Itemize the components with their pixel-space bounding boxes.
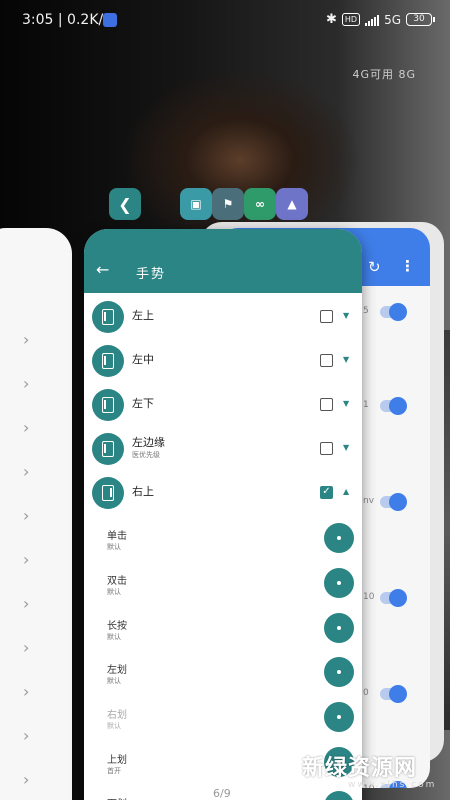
phone-edge-icon <box>92 433 124 465</box>
battery-icon: 30 <box>406 13 435 26</box>
chevron-right-icon: › <box>23 726 30 745</box>
memory-info: 4G可用 8G <box>352 68 416 81</box>
gesture-row-expanded[interactable]: 右上 ✓ ▲ <box>84 473 362 517</box>
action-label: 单击 <box>107 531 127 542</box>
phone-edge-icon <box>92 477 124 509</box>
gesture-label: 左上 <box>132 309 154 322</box>
action-row[interactable]: 单击 默认 <box>84 523 362 567</box>
action-row[interactable]: 长按 默认 <box>84 613 362 657</box>
action-sublabel: 默认 <box>107 722 121 730</box>
action-sublabel: 默认 <box>107 677 121 685</box>
app-icon-green[interactable]: ∞ <box>244 188 276 220</box>
toggle-switch <box>380 493 407 511</box>
back-card-text: 10 <box>363 592 375 602</box>
action-select-button[interactable] <box>324 702 354 732</box>
expand-caret-icon[interactable]: ▼ <box>343 311 349 320</box>
gesture-label: 左边缘 <box>132 436 165 449</box>
gesture-checkbox-checked[interactable]: ✓ <box>320 486 333 499</box>
gesture-row[interactable]: 左上 ▼ <box>84 297 362 341</box>
chevron-right-icon: › <box>23 682 30 701</box>
gesture-row[interactable]: 左下 ▼ <box>84 385 362 429</box>
collapse-caret-icon[interactable]: ▲ <box>343 487 349 496</box>
action-label: 左划 <box>107 665 127 676</box>
watermark-logo-icon <box>259 755 296 793</box>
action-row[interactable]: 右划 默认 <box>84 702 362 746</box>
gesture-checkbox[interactable] <box>320 354 333 367</box>
action-sublabel: 默认 <box>107 633 121 641</box>
chevron-right-icon: › <box>23 506 30 525</box>
action-sublabel: 默认 <box>107 588 121 596</box>
action-label: 长按 <box>107 621 127 632</box>
gesture-row[interactable]: 左边缘 医优先级 ▼ <box>84 429 362 473</box>
app-icon-gallery[interactable]: ▲ <box>276 188 308 220</box>
action-row[interactable]: 双击 默认 <box>84 568 362 612</box>
chevron-right-icon: › <box>23 770 30 789</box>
recent-card-gestures[interactable]: ← 手势 左上 ▼ 左中 ▼ 左下 ▼ 左边缘 医优先级 ▼ 右上 ✓ ▲ 单击… <box>84 229 362 800</box>
recent-card-left[interactable]: › › › › › › › › › › › <box>0 228 72 800</box>
back-card-text: 0 <box>363 688 369 698</box>
watermark-text: 新绿资源网 <box>302 756 418 781</box>
action-label: 双击 <box>107 576 127 587</box>
status-time: 3:05 | 0.2K/s <box>22 12 111 28</box>
hd-badge: HD <box>341 13 361 26</box>
action-select-button[interactable] <box>324 523 354 553</box>
gesture-sublabel: 医优先级 <box>132 451 160 459</box>
expand-caret-icon[interactable]: ▼ <box>343 443 349 452</box>
notification-app-icon <box>103 13 117 27</box>
app-icon-blue[interactable]: ▣ <box>180 188 212 220</box>
gesture-label: 左下 <box>132 397 154 410</box>
page-indicator: 6/9 <box>213 787 231 800</box>
gesture-checkbox[interactable] <box>320 398 333 411</box>
action-sublabel: 首开 <box>107 767 121 775</box>
signal-icon <box>365 14 380 26</box>
action-label: 下划 <box>107 795 127 800</box>
watermark-url: www.xlhs.com <box>348 780 437 790</box>
page-title: 手势 <box>136 267 167 282</box>
toggle-switch <box>380 685 407 703</box>
expand-caret-icon[interactable]: ▼ <box>343 399 349 408</box>
network-type: 5G <box>384 12 401 27</box>
status-indicators: ✱ HD 5G 30 <box>325 12 435 27</box>
phone-edge-icon <box>92 389 124 421</box>
toggle-switch <box>380 397 407 415</box>
back-card-text: 5 <box>363 306 369 316</box>
bluetooth-icon: ✱ <box>325 12 337 27</box>
gesture-label: 左中 <box>132 353 154 366</box>
app-icon-mask[interactable]: ⚑ <box>212 188 244 220</box>
toggle-switch <box>380 303 407 321</box>
gesture-row[interactable]: 左中 ▼ <box>84 341 362 385</box>
action-select-button[interactable] <box>324 568 354 598</box>
gesture-label: 右上 <box>132 485 154 498</box>
chevron-right-icon: › <box>23 462 30 481</box>
action-sublabel: 默认 <box>107 543 121 551</box>
phone-edge-icon <box>92 345 124 377</box>
back-card-text: 1 <box>363 400 369 410</box>
chevron-right-icon: › <box>23 330 30 349</box>
chevron-right-icon: › <box>23 638 30 657</box>
action-select-button[interactable] <box>324 613 354 643</box>
chevron-right-icon: › <box>23 550 30 569</box>
phone-edge-icon <box>92 301 124 333</box>
gesture-checkbox[interactable] <box>320 442 333 455</box>
chevron-right-icon: › <box>23 374 30 393</box>
status-bar: 3:05 | 0.2K/s ✱ HD 5G 30 <box>0 0 450 40</box>
app-icon-gesture[interactable]: ❮ <box>109 188 141 220</box>
gesture-checkbox[interactable] <box>320 310 333 323</box>
chevron-right-icon: › <box>23 594 30 613</box>
watermark: 新绿资源网 www.xlhs.com <box>258 750 448 800</box>
toggle-switch <box>380 589 407 607</box>
action-label: 上划 <box>107 755 127 766</box>
expand-caret-icon[interactable]: ▼ <box>343 355 349 364</box>
action-row[interactable]: 左划 默认 <box>84 657 362 701</box>
more-menu-icon: ⋮ <box>400 257 415 275</box>
action-select-button[interactable] <box>324 657 354 687</box>
back-arrow-icon[interactable]: ← <box>96 260 109 279</box>
gestures-header: ← 手势 <box>84 229 362 293</box>
refresh-icon: ↻ <box>368 258 381 276</box>
chevron-right-icon: › <box>23 418 30 437</box>
action-label: 右划 <box>107 710 127 721</box>
back-card-text: nv <box>363 496 375 506</box>
